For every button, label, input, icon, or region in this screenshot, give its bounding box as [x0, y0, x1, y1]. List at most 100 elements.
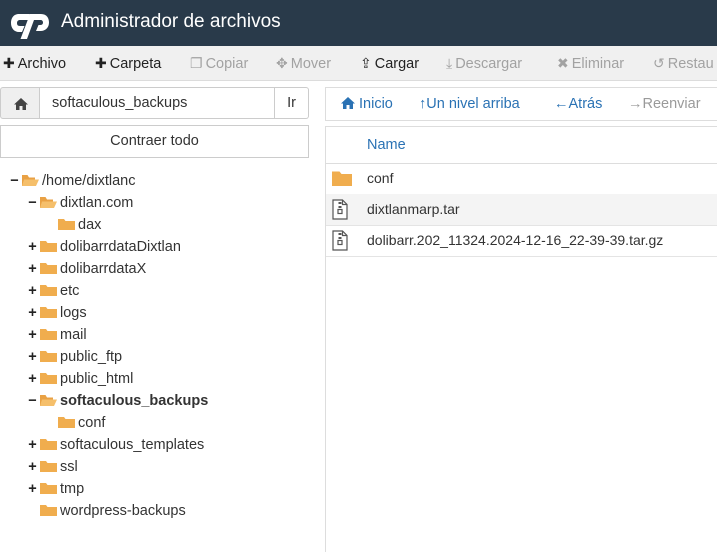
expand-toggle-icon[interactable]: + [27, 324, 38, 346]
path-bar: Ir [0, 87, 309, 119]
collapse-toggle-icon[interactable]: − [27, 192, 38, 214]
folder-icon [40, 460, 57, 472]
move-icon: ✥ [276, 55, 288, 71]
copy-icon: ❐ [190, 55, 203, 71]
restore-button[interactable]: ↺ Restau [653, 46, 714, 80]
path-input[interactable] [40, 87, 275, 119]
back-label: Atrás [568, 96, 603, 112]
home-nav-label: Inicio [359, 96, 393, 112]
expand-toggle-icon[interactable]: + [27, 478, 38, 500]
expand-toggle-icon[interactable]: + [27, 258, 38, 280]
upload-button[interactable]: ⇪ Cargar [360, 46, 419, 80]
collapse-toggle-icon[interactable]: − [9, 170, 20, 192]
plus-icon: ✚ [95, 55, 107, 71]
file-list: Name conf dixtlanmarp.tar dolibarr.202_1… [325, 126, 717, 552]
download-button[interactable]: ⤓ Descargar [446, 46, 522, 80]
tree-item-label: logs [60, 305, 87, 321]
file-list-header: Name [326, 127, 717, 164]
home-icon [14, 98, 28, 110]
folder-icon [40, 262, 57, 274]
upload-label: Cargar [374, 56, 420, 72]
move-label: Mover [290, 56, 332, 72]
tree-item-dolibarrdatax[interactable]: + dolibarrdataX [27, 258, 146, 280]
delete-button[interactable]: ✖ Eliminar [557, 46, 624, 80]
tree-item-label: dax [78, 217, 102, 233]
expand-toggle-icon[interactable]: + [27, 236, 38, 258]
folder-open-icon [22, 174, 39, 186]
tree-item-label: softaculous_templates [60, 437, 205, 453]
close-icon: ✖ [557, 55, 569, 71]
file-row[interactable]: dolibarr.202_11324.2024-12-16_22-39-39.t… [326, 225, 717, 257]
tree-item-label: public_html [60, 371, 134, 387]
folder-open-icon [40, 196, 57, 208]
file-name: dixtlanmarp.tar [367, 201, 460, 217]
new-file-button[interactable]: ✚ Archivo [3, 46, 66, 80]
tree-item-conf[interactable]: conf [45, 412, 105, 434]
tree-item-dolibarrdatadixtlan[interactable]: + dolibarrdataDixtlan [27, 236, 181, 258]
file-name: dolibarr.202_11324.2024-12-16_22-39-39.t… [367, 232, 664, 248]
tree-item-dixtlan-com[interactable]: − dixtlan.com [27, 192, 133, 214]
name-column-header[interactable]: Name [367, 127, 406, 163]
tree-item-label: tmp [60, 481, 85, 497]
upload-icon: ⇪ [360, 55, 372, 71]
folder-icon [40, 350, 57, 362]
expand-toggle-icon[interactable]: + [27, 434, 38, 456]
arrow-left-icon: ← [554, 96, 569, 112]
tree-item-dax[interactable]: dax [45, 214, 101, 236]
path-home-button[interactable] [0, 87, 40, 119]
tree-item-label: wordpress-backups [60, 503, 186, 519]
new-folder-label: Carpeta [109, 56, 162, 72]
tree-item-label: dolibarrdataX [60, 261, 147, 277]
tree-item-wordpress-backups[interactable]: wordpress-backups [27, 500, 186, 522]
expand-toggle-icon[interactable]: + [27, 302, 38, 324]
expand-toggle-icon[interactable]: + [27, 456, 38, 478]
up-one-level-button[interactable]: ↑Un nivel arriba [419, 88, 520, 120]
tree-item-tmp[interactable]: + tmp [27, 478, 84, 500]
delete-label: Eliminar [571, 56, 625, 72]
copy-button[interactable]: ❐ Copiar [190, 46, 248, 80]
go-button[interactable]: Ir [275, 87, 309, 119]
home-nav-button[interactable]: Inicio [340, 88, 393, 120]
expand-toggle-icon[interactable]: + [27, 280, 38, 302]
tree-item-public-html[interactable]: + public_html [27, 368, 133, 390]
folder-icon [40, 240, 57, 252]
arrow-right-icon: → [628, 96, 643, 112]
folder-icon [40, 284, 57, 296]
copy-label: Copiar [205, 56, 249, 72]
new-file-label: Archivo [17, 56, 67, 72]
tree-item-home-dixtlanc[interactable]: − /home/dixtlanc [9, 170, 135, 192]
expand-toggle-icon[interactable]: + [27, 346, 38, 368]
tree-item-label: dolibarrdataDixtlan [60, 239, 181, 255]
forward-button[interactable]: →Reenviar [628, 88, 701, 120]
collapse-all-button[interactable]: Contraer todo [0, 125, 309, 158]
folder-icon [40, 504, 57, 516]
app-title: Administrador de archivos [61, 11, 281, 32]
tree-item-softaculous-templates[interactable]: + softaculous_templates [27, 434, 204, 456]
folder-icon [58, 218, 75, 230]
new-folder-button[interactable]: ✚ Carpeta [95, 46, 161, 80]
move-button[interactable]: ✥ Mover [276, 46, 331, 80]
collapse-toggle-icon[interactable]: − [27, 390, 38, 412]
archive-file-icon [332, 199, 348, 220]
tree-item-etc[interactable]: + etc [27, 280, 79, 302]
download-icon: ⤓ [446, 55, 453, 71]
app-header: Administrador de archivos [0, 0, 717, 46]
folder-open-icon [40, 394, 57, 406]
tree-item-mail[interactable]: + mail [27, 324, 86, 346]
download-label: Descargar [455, 56, 523, 72]
tree-item-label: ssl [60, 459, 78, 475]
tree-item-label: public_ftp [60, 349, 123, 365]
tree-item-label: softaculous_backups [60, 393, 209, 409]
tree-item-label: conf [78, 415, 106, 431]
folder-icon [332, 171, 352, 186]
folder-icon [40, 482, 57, 494]
back-button[interactable]: ←Atrás [554, 88, 602, 120]
tree-item-public-ftp[interactable]: + public_ftp [27, 346, 122, 368]
file-row[interactable]: dixtlanmarp.tar [326, 194, 717, 226]
tree-item-softaculous-backups[interactable]: − softaculous_backups [27, 390, 208, 412]
tree-item-logs[interactable]: + logs [27, 302, 87, 324]
tree-item-ssl[interactable]: + ssl [27, 456, 78, 478]
expand-toggle-icon[interactable]: + [27, 368, 38, 390]
file-row[interactable]: conf [326, 163, 717, 195]
undo-icon: ↺ [653, 55, 665, 71]
